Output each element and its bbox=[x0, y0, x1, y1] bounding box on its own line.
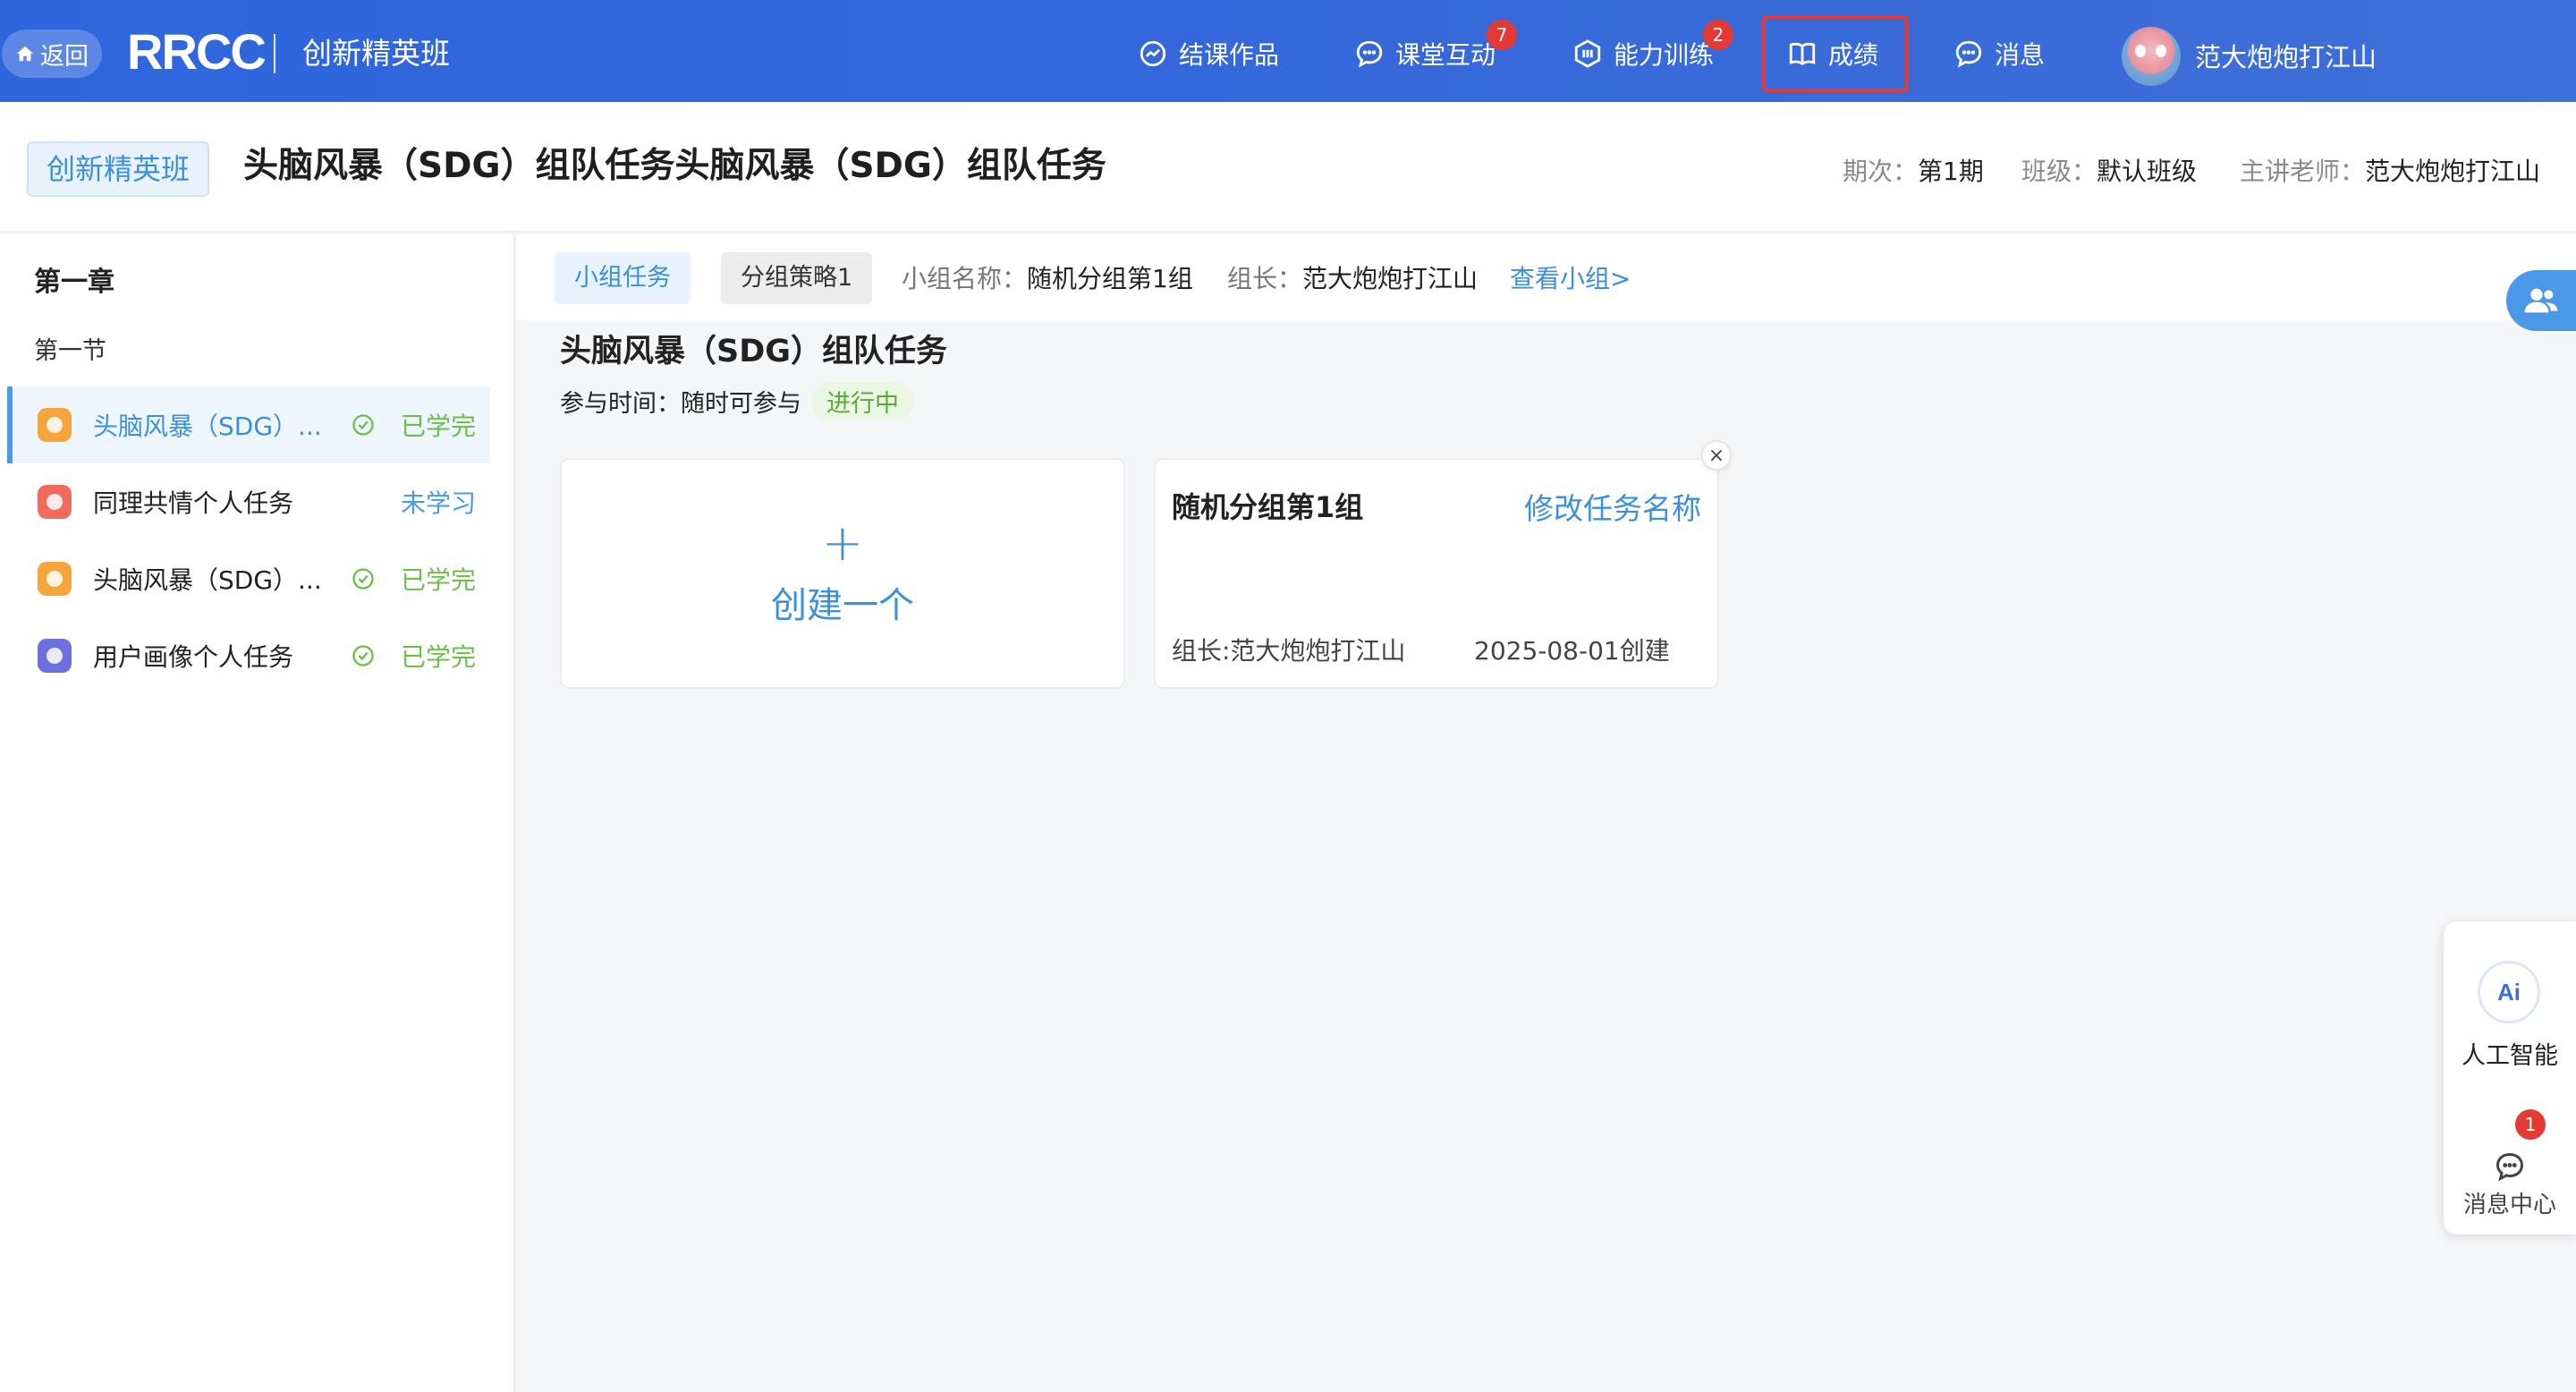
course-sidebar: 第一章 第一节 头脑风暴（SDG）... 已学完 同理共情个人任务 未学习 头脑… bbox=[0, 234, 515, 1392]
nav-classroom-interaction[interactable]: 课堂互动 bbox=[1354, 32, 1496, 75]
join-time-value: 随时可参与 bbox=[681, 389, 801, 418]
brain-icon bbox=[38, 485, 72, 519]
teacher-key: 主讲老师： bbox=[2240, 157, 2366, 186]
tab-group-task[interactable]: 小组任务 bbox=[555, 252, 691, 304]
top-navbar: 返回 RRCC 创新精英班 结课作品 课堂互动 7 能力训练 2 成绩 消息 范… bbox=[0, 0, 2576, 102]
ai-icon[interactable]: Ai bbox=[2478, 961, 2540, 1023]
message-center-badge: 1 bbox=[2515, 1109, 2546, 1140]
lesson-name: 头脑风暴（SDG）... bbox=[93, 412, 322, 441]
nav-label: 结课作品 bbox=[1179, 40, 1280, 70]
chart-circle-icon bbox=[1140, 40, 1166, 67]
lesson-status: 已学完 bbox=[401, 642, 477, 672]
leader-key: 组长： bbox=[1227, 264, 1303, 293]
group-card-leader: 组长:范大炮炮打江山 bbox=[1172, 636, 1406, 666]
lesson-item[interactable]: 头脑风暴（SDG）... 已学完 bbox=[7, 540, 490, 617]
nav-label: 课堂互动 bbox=[1395, 40, 1496, 70]
group-name-info: 小组名称：随机分组第1组 bbox=[902, 261, 1193, 297]
lesson-item[interactable]: 头脑风暴（SDG）... 已学完 bbox=[7, 386, 490, 463]
group-name-value: 随机分组第1组 bbox=[1027, 264, 1193, 293]
group-members-float-button[interactable] bbox=[2506, 270, 2576, 331]
lesson-name: 同理共情个人任务 bbox=[93, 488, 294, 518]
chat-bubble-icon[interactable] bbox=[2494, 1150, 2526, 1183]
join-time-key: 参与时间： bbox=[560, 389, 681, 418]
back-button[interactable]: 返回 bbox=[2, 30, 102, 78]
class-info: 班级：默认班级 bbox=[2021, 154, 2197, 190]
close-icon[interactable]: × bbox=[1701, 440, 1732, 471]
create-label: 创建一个 bbox=[771, 585, 914, 626]
nav-label: 消息 bbox=[1995, 40, 2046, 70]
lesson-item[interactable]: 同理共情个人任务 未学习 bbox=[7, 463, 490, 540]
nav-final-works[interactable]: 结课作品 bbox=[1138, 32, 1279, 75]
teacher-info: 主讲老师：范大炮炮打江山 bbox=[2240, 154, 2540, 190]
avatar[interactable] bbox=[2122, 27, 2181, 86]
teacher-value: 范大炮炮打江山 bbox=[2365, 157, 2541, 186]
nav-skill-training[interactable]: 能力训练 bbox=[1572, 32, 1714, 75]
period-info: 期次：第1期 bbox=[1843, 154, 1984, 190]
strategy-chip[interactable]: 分组策略1 bbox=[721, 252, 873, 304]
period-value: 第1期 bbox=[1918, 157, 1984, 186]
course-header: 创新精英班 头脑风暴（SDG）组队任务头脑风暴（SDG）组队任务 期次：第1期 … bbox=[0, 102, 2576, 233]
users-icon bbox=[2524, 288, 2558, 313]
nav-label: 能力训练 bbox=[1614, 40, 1715, 70]
lesson-name: 用户画像个人任务 bbox=[93, 642, 294, 672]
class-tag: 创新精英班 bbox=[27, 141, 210, 197]
lightbulb-icon bbox=[38, 408, 72, 442]
section-title: 第一节 bbox=[34, 337, 106, 365]
chat-bubble-icon bbox=[1356, 40, 1383, 68]
class-value: 默认班级 bbox=[2097, 157, 2198, 186]
group-card-name: 随机分组第1组 bbox=[1172, 490, 1364, 524]
check-circle-icon bbox=[352, 645, 374, 666]
status-badge: 进行中 bbox=[812, 381, 913, 420]
home-icon bbox=[16, 46, 34, 62]
leader-value: 范大炮炮打江山 bbox=[1302, 264, 1479, 293]
lesson-name: 头脑风暴（SDG）... bbox=[93, 565, 322, 595]
rename-task-link[interactable]: 修改任务名称 bbox=[1524, 485, 1701, 528]
user-profile-icon bbox=[38, 639, 72, 673]
nav-label: 成绩 bbox=[1828, 40, 1879, 70]
user-name[interactable]: 范大炮炮打江山 bbox=[2195, 37, 2377, 74]
group-card[interactable]: 随机分组第1组 修改任务名称 组长:范大炮炮打江山 2025-08-01创建 bbox=[1154, 458, 1719, 689]
interaction-badge: 7 bbox=[1487, 20, 1517, 50]
view-group-link[interactable]: 查看小组> bbox=[1510, 261, 1631, 297]
lesson-status: 已学完 bbox=[401, 412, 477, 441]
task-title: 头脑风暴（SDG）组队任务 bbox=[560, 334, 947, 369]
page-title: 头脑风暴（SDG）组队任务头脑风暴（SDG）组队任务 bbox=[243, 146, 1106, 186]
book-icon bbox=[1789, 42, 1816, 66]
group-card-created: 2025-08-01创建 bbox=[1474, 636, 1670, 666]
rrcc-logo[interactable]: RRCC bbox=[127, 27, 267, 77]
nav-grades[interactable]: 成绩 bbox=[1787, 32, 1878, 75]
create-group-card[interactable]: + 创建一个 bbox=[560, 458, 1125, 689]
lesson-status: 未学习 bbox=[401, 488, 477, 518]
lightbulb-icon bbox=[38, 562, 72, 596]
plus-icon: + bbox=[821, 514, 864, 573]
message-icon bbox=[1955, 40, 1982, 68]
nav-messages[interactable]: 消息 bbox=[1953, 32, 2045, 75]
class-key: 班级： bbox=[2021, 157, 2097, 186]
logo-divider bbox=[274, 34, 275, 73]
lesson-item[interactable]: 用户画像个人任务 已学完 bbox=[7, 617, 490, 694]
chapter-title: 第一章 bbox=[34, 267, 114, 298]
group-name-key: 小组名称： bbox=[902, 264, 1028, 293]
group-filter-bar: 小组任务 分组策略1 小组名称：随机分组第1组 组长：范大炮炮打江山 查看小组> bbox=[517, 234, 2576, 320]
message-center-label[interactable]: 消息中心 bbox=[2444, 1186, 2576, 1219]
lesson-status: 已学完 bbox=[401, 565, 477, 595]
leader-info: 组长：范大炮炮打江山 bbox=[1227, 261, 1478, 297]
training-badge: 2 bbox=[1703, 20, 1733, 50]
join-time-row: 参与时间： 随时可参与 进行中 bbox=[560, 381, 913, 420]
ai-label[interactable]: 人工智能 bbox=[2444, 1036, 2576, 1071]
hexagon-icon bbox=[1574, 39, 1601, 68]
back-label: 返回 bbox=[40, 42, 89, 71]
brand-name: 创新精英班 bbox=[302, 36, 450, 71]
check-circle-icon bbox=[352, 414, 374, 436]
period-key: 期次： bbox=[1843, 157, 1919, 186]
side-tool-panel: Ai 人工智能 1 消息中心 bbox=[2444, 921, 2576, 1235]
check-circle-icon bbox=[352, 568, 374, 590]
